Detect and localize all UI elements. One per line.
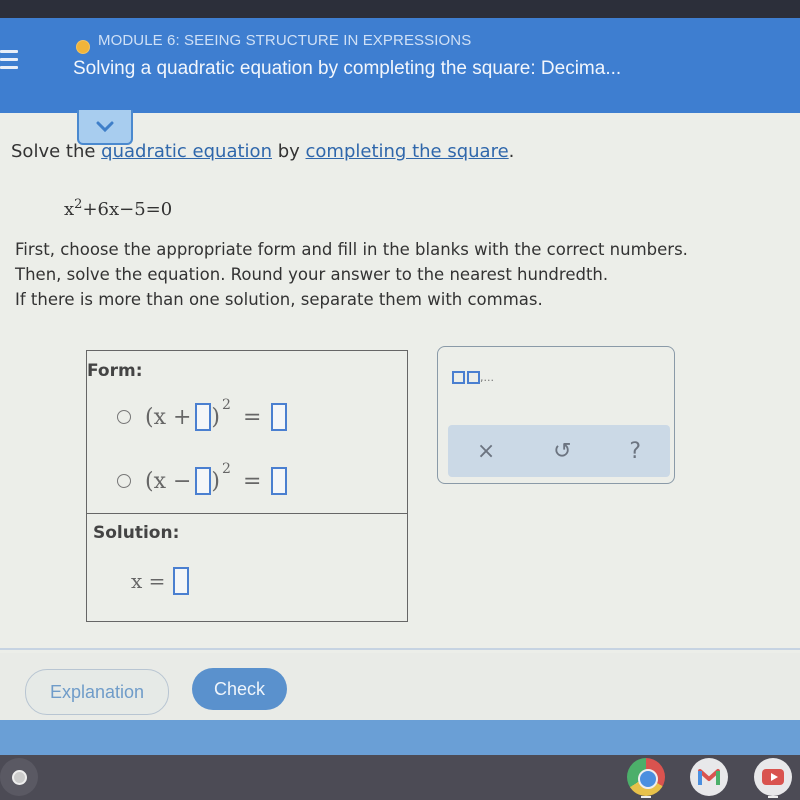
chrome-icon[interactable]	[627, 758, 665, 796]
quadratic-equation-link[interactable]: quadratic equation	[101, 141, 272, 162]
form-close-paren: )	[211, 404, 221, 430]
module-label: MODULE 6: SEEING STRUCTURE IN EXPRESSION…	[98, 32, 472, 49]
gmail-icon[interactable]	[690, 758, 728, 796]
solution-label: Solution:	[93, 523, 180, 543]
chevron-down-icon	[96, 121, 114, 132]
launcher-icon	[11, 769, 27, 785]
chrome-running-indicator	[641, 796, 651, 798]
blank-input[interactable]	[271, 467, 288, 495]
form-option-minus[interactable]: (x − ) 2 =	[117, 461, 288, 495]
answer-panel: Form: (x + ) 2 = (x − ) 2 = Solution: x …	[86, 350, 408, 622]
blank-input[interactable]	[271, 403, 288, 431]
form-open-paren: (x −	[145, 468, 192, 494]
panel-divider	[87, 513, 407, 514]
launcher-button[interactable]	[0, 758, 38, 796]
footer-divider	[0, 648, 800, 650]
youtube-running-indicator	[768, 796, 778, 798]
form-exponent: 2	[222, 397, 231, 413]
math-keypad: ,... × ↺ ?	[437, 346, 675, 484]
form-equals: =	[242, 468, 262, 494]
problem-prompt: Solve the quadratic equation by completi…	[11, 141, 514, 162]
os-shelf	[0, 755, 800, 800]
equation: x2+6x−5=0	[64, 197, 172, 220]
explanation-button[interactable]: Explanation	[25, 669, 169, 715]
form-exponent: 2	[222, 461, 231, 477]
template-label: ,...	[480, 371, 494, 384]
help-icon[interactable]: ?	[629, 439, 641, 464]
solution-input[interactable]	[173, 567, 190, 595]
equation-rest: +6x−5=0	[82, 199, 173, 220]
undo-icon[interactable]: ↺	[553, 439, 571, 464]
form-option-plus[interactable]: (x + ) 2 =	[117, 397, 288, 431]
instruction-line: First, choose the appropriate form and f…	[15, 240, 688, 259]
template-box-icon	[452, 371, 465, 384]
collapse-button[interactable]	[77, 110, 133, 145]
prompt-text: Solve the	[11, 141, 102, 162]
instruction-line: If there is more than one solution, sepa…	[15, 290, 543, 309]
solution-row: x =	[131, 567, 190, 595]
solution-prefix: x =	[131, 569, 166, 593]
form-equals: =	[242, 404, 262, 430]
radio-button[interactable]	[117, 410, 131, 424]
form-open-paren: (x +	[145, 404, 192, 430]
equation-variable: x	[64, 199, 75, 220]
page-bottom-bar	[0, 720, 800, 755]
radio-button[interactable]	[117, 474, 131, 488]
completing-the-square-link[interactable]: completing the square	[306, 141, 509, 162]
list-template-button[interactable]: ,...	[452, 371, 494, 384]
instructions: First, choose the appropriate form and f…	[15, 237, 688, 312]
blank-input[interactable]	[195, 467, 212, 495]
check-button[interactable]: Check	[192, 668, 287, 710]
form-label: Form:	[87, 361, 143, 381]
page-title: Solving a quadratic equation by completi…	[73, 58, 622, 79]
form-close-paren: )	[211, 468, 221, 494]
module-status-dot	[76, 40, 90, 54]
screen-top-bezel	[0, 0, 800, 18]
prompt-text: by	[271, 141, 306, 162]
youtube-icon[interactable]	[754, 758, 792, 796]
blank-input[interactable]	[195, 403, 212, 431]
clear-icon[interactable]: ×	[477, 439, 495, 464]
gmail-glyph	[698, 769, 720, 785]
prompt-text: .	[508, 141, 515, 162]
hamburger-menu-icon[interactable]	[0, 50, 18, 74]
template-box-icon	[467, 371, 480, 384]
instruction-line: Then, solve the equation. Round your ans…	[15, 265, 609, 284]
keypad-actions: × ↺ ?	[448, 425, 670, 477]
